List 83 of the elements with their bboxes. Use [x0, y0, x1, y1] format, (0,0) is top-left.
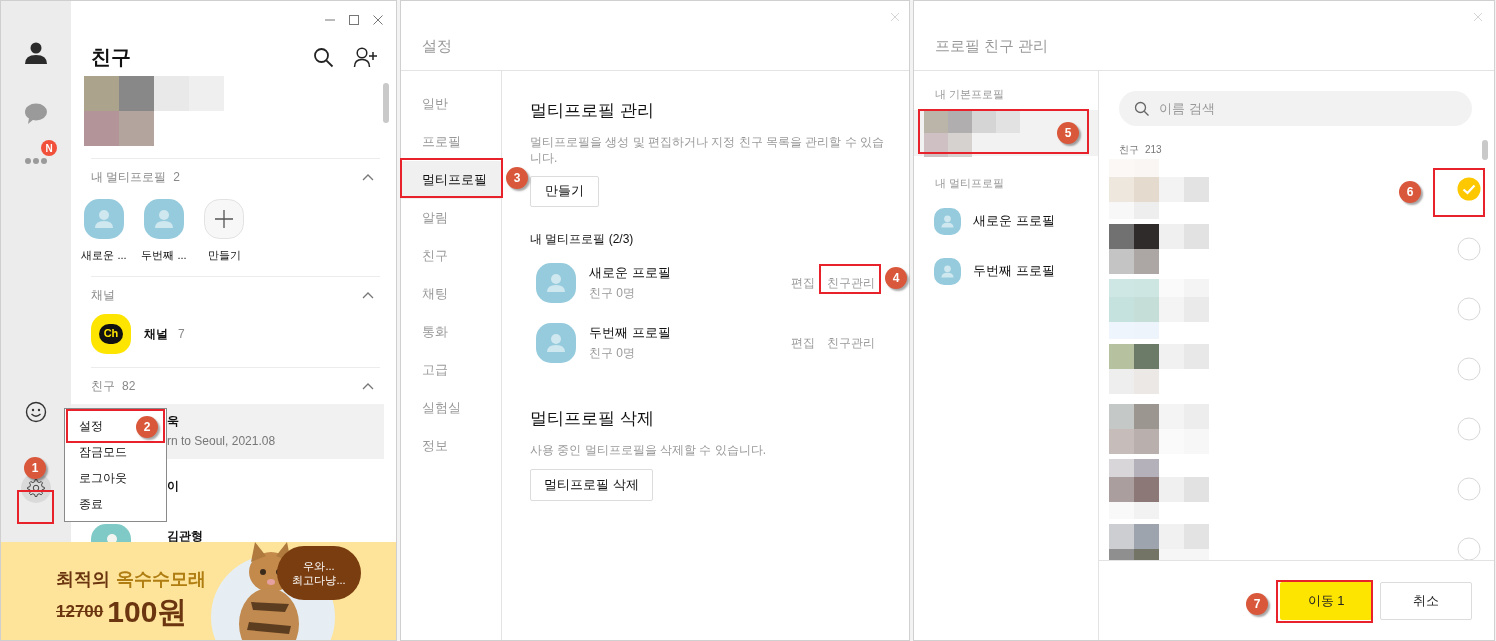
profile-name: 두번째 프로필 — [973, 262, 1055, 281]
nav-item[interactable]: 멀티프로필 — [401, 161, 501, 199]
friend-name: 욱 — [167, 412, 180, 429]
friend-count: 친구 0명 — [589, 285, 636, 303]
add-icon[interactable] — [204, 199, 244, 239]
friend-name: 김관형 — [167, 527, 203, 542]
close-icon[interactable] — [372, 14, 384, 26]
sale-price: 100원 — [107, 594, 188, 630]
profile-avatar — [934, 207, 961, 235]
banner-headline: 옥수수모래 — [116, 568, 206, 591]
checkbox[interactable] — [1457, 357, 1481, 381]
section-title: 내 기본프로필 — [934, 87, 1006, 102]
scrollbar-thumb[interactable] — [383, 83, 389, 123]
bubble-text: 우와... — [303, 559, 335, 573]
menu-item[interactable]: 종료 — [79, 495, 103, 513]
banner-headline: 최적의 — [56, 568, 110, 591]
window-title: 설정 — [422, 35, 452, 56]
profile-name: 새로운 프로필 — [589, 263, 672, 282]
profile-avatar — [536, 262, 576, 303]
avatar-label: 새로운 ... — [81, 248, 127, 263]
section-title: 채널 — [91, 286, 115, 304]
menu-item[interactable]: 잠금모드 — [79, 443, 127, 461]
checkbox[interactable] — [1457, 477, 1481, 501]
channel-count: 7 — [178, 325, 185, 343]
search-icon[interactable] — [313, 46, 334, 68]
search-field[interactable]: 이름 검색 — [1119, 91, 1472, 126]
menu-item[interactable]: 설정 — [79, 417, 103, 435]
profile-avatar — [934, 257, 961, 285]
avatar-label: 두번째 ... — [141, 248, 187, 263]
section-heading: 멀티프로필 삭제 — [530, 407, 654, 430]
profile-row[interactable]: 두번째 프로필 — [914, 246, 1098, 296]
friend-status: rn to Seoul, 2021.08 — [167, 432, 276, 450]
list-count: 213 — [1145, 143, 1162, 157]
section-heading: 멀티프로필 관리 — [530, 100, 654, 122]
notification-badge: N — [41, 140, 57, 156]
list-heading: 내 멀티프로필 (2/3) — [530, 230, 634, 248]
section-count: 82 — [122, 377, 136, 395]
channel-logo: Ch — [99, 323, 123, 344]
scrollbar-thumb[interactable] — [1482, 140, 1488, 160]
window-title: 친구 — [91, 45, 132, 70]
collapse-icon[interactable] — [362, 381, 374, 390]
checkbox[interactable] — [1457, 237, 1481, 261]
more-icon[interactable] — [24, 157, 48, 165]
maximize-icon[interactable] — [348, 14, 360, 26]
section-title: 내 멀티프로필 — [934, 175, 1006, 191]
delete-button[interactable]: 멀티프로필 삭제 — [530, 469, 653, 501]
checkbox[interactable] — [1457, 537, 1481, 560]
section-title: 내 멀티프로필 — [91, 169, 167, 186]
profile-avatar — [144, 199, 184, 239]
channel-name: 채널 — [144, 325, 168, 343]
profile-name: 두번째 프로필 — [589, 323, 672, 342]
profile-name: 새로운 프로필 — [973, 212, 1055, 231]
cancel-button[interactable]: 취소 — [1380, 581, 1472, 620]
highlight-frame — [17, 490, 54, 524]
menu-item[interactable]: 로그아웃 — [79, 469, 127, 487]
collapse-icon[interactable] — [362, 173, 374, 181]
checkbox[interactable] — [1457, 417, 1481, 441]
avatar-label: 만들기 — [207, 248, 241, 263]
add-friend-icon[interactable] — [353, 46, 378, 68]
profile-row[interactable]: 새로운 프로필 — [914, 196, 1098, 246]
emoticon-icon[interactable] — [25, 401, 47, 423]
checkbox[interactable] — [1457, 177, 1481, 201]
move-button[interactable]: 이동 1 — [1280, 581, 1372, 620]
friend-count: 친구 0명 — [589, 345, 636, 363]
window-title: 프로필 친구 관리 — [935, 35, 1049, 56]
profile-avatar — [536, 322, 576, 363]
description: 멀티프로필을 생성 및 편집하거나 지정 친구 목록을 관리할 수 있습니다. — [530, 133, 885, 166]
collapse-icon[interactable] — [362, 290, 374, 299]
highlight-frame — [1433, 168, 1485, 217]
list-label: 친구 — [1119, 143, 1139, 157]
old-price: 12700 — [56, 601, 104, 624]
bubble-text: 최고다냥... — [292, 573, 346, 587]
profile-avatar — [84, 199, 124, 239]
person-icon[interactable] — [24, 41, 48, 65]
description: 사용 중인 멀티프로필을 삭제할 수 있습니다. — [530, 442, 766, 459]
chat-icon[interactable] — [24, 103, 48, 125]
section-title: 친구 — [91, 377, 115, 395]
search-icon — [1134, 101, 1150, 117]
section-count: 2 — [173, 169, 181, 186]
checkbox[interactable] — [1457, 297, 1481, 321]
settings-icon — [26, 478, 46, 498]
create-button[interactable]: 만들기 — [530, 175, 599, 207]
highlight-frame — [819, 264, 881, 294]
